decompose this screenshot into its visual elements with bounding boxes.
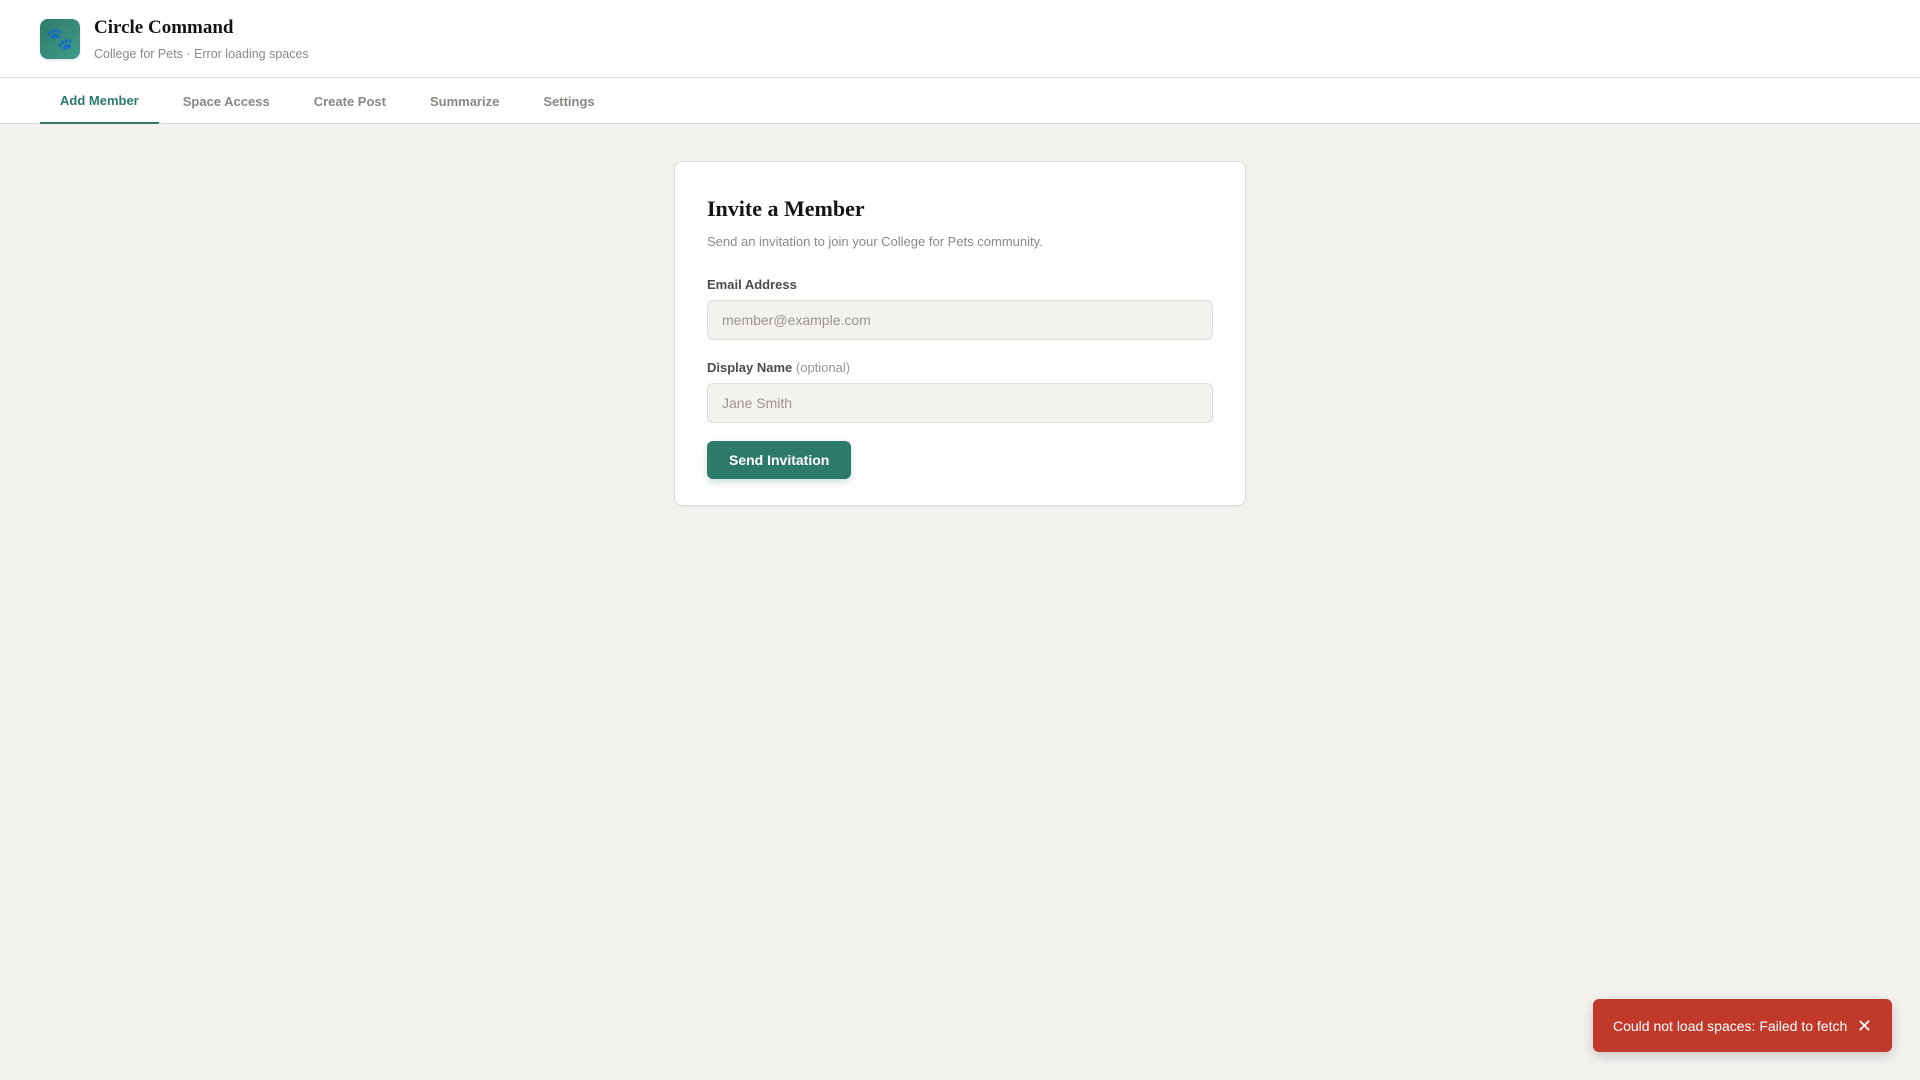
send-invitation-button[interactable]: Send Invitation [707, 441, 852, 479]
toast-message: Could not load spaces: Failed to fetch [1613, 1017, 1848, 1034]
tab-create-post[interactable]: Create Post [294, 78, 406, 124]
error-toast: Could not load spaces: Failed to fetch ✕ [1593, 999, 1892, 1052]
card-description: Send an invitation to join your College … [707, 234, 1043, 249]
paw-icon: 🐾 [40, 18, 80, 59]
app-subtitle: College for Pets · Error loading spaces [94, 46, 309, 61]
app-title: Circle Command [94, 16, 234, 38]
display-name-label: Display Name (optional) [707, 360, 1213, 375]
optional-hint: (optional) [795, 360, 851, 375]
display-name-label-text: Display Name [707, 360, 793, 375]
display-name-input[interactable] [707, 383, 1213, 423]
email-input[interactable] [707, 300, 1213, 340]
app-header: 🐾 Circle Command College for Pets · Erro… [0, 0, 1920, 78]
invite-member-card: Invite a Member Send an invitation to jo… [674, 161, 1246, 506]
email-label: Email Address [707, 277, 797, 292]
brand: Circle Command College for Pets · Error … [94, 17, 309, 61]
tab-summarize[interactable]: Summarize [410, 78, 519, 124]
tab-bar: Add Member Space Access Create Post Summ… [0, 78, 1920, 124]
card-title: Invite a Member [707, 196, 865, 221]
tab-settings[interactable]: Settings [523, 78, 614, 124]
tab-add-member[interactable]: Add Member [40, 78, 159, 124]
tab-space-access[interactable]: Space Access [163, 78, 290, 124]
close-icon[interactable]: ✕ [1857, 1017, 1872, 1035]
